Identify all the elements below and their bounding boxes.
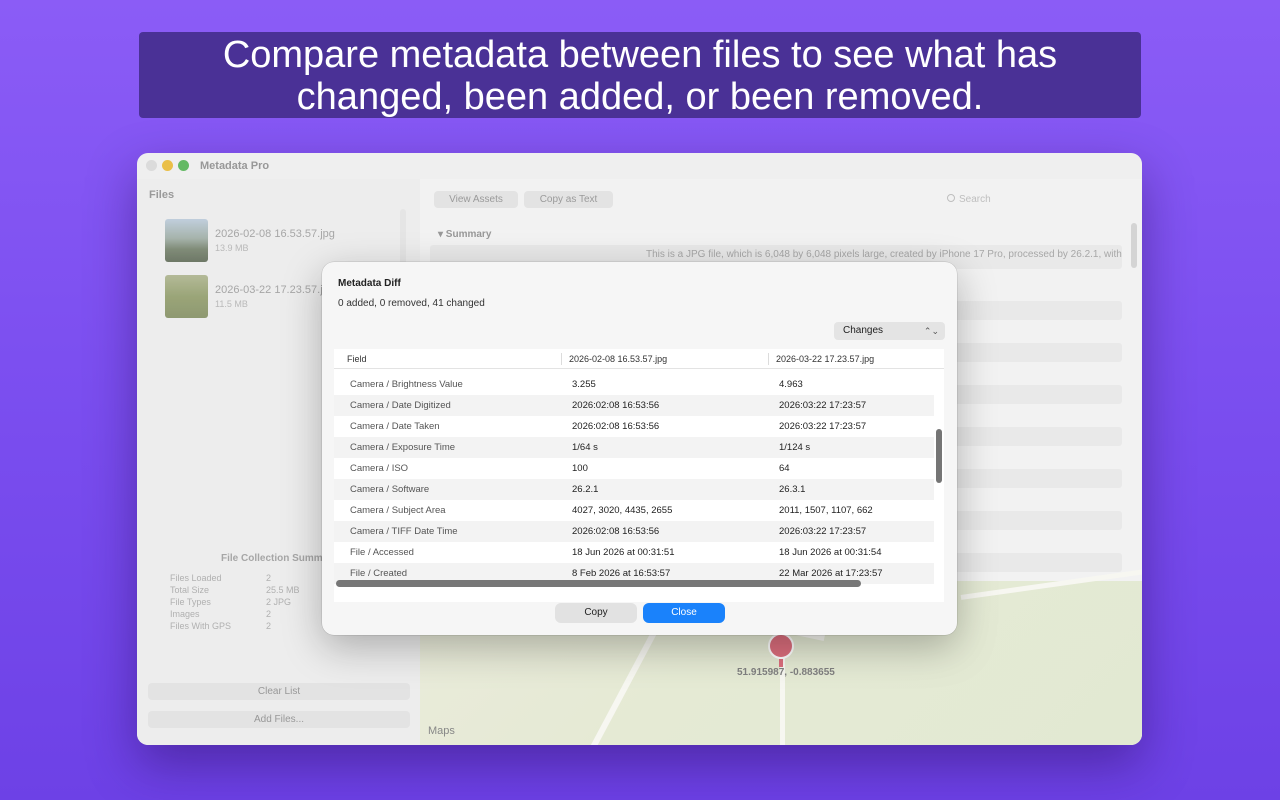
chevron-up-down-icon: ⌃⌄ <box>923 326 939 336</box>
promo-banner: Compare metadata between files to see wh… <box>139 32 1141 118</box>
field-cell: Camera / Software <box>350 484 430 495</box>
value-cell-1: 3.255 <box>572 379 596 390</box>
field-cell: Camera / Brightness Value <box>350 379 463 390</box>
banner-line-1: Compare metadata between files to see wh… <box>222 34 1058 76</box>
column-header-file-1[interactable]: 2026-02-08 16.53.57.jpg <box>569 354 667 364</box>
sheet-title: Metadata Diff <box>338 278 401 289</box>
metadata-diff-sheet: Metadata Diff 0 added, 0 removed, 41 cha… <box>322 262 957 635</box>
value-cell-2: 2011, 1507, 1107, 662 <box>779 505 873 516</box>
diff-table: Field 2026-02-08 16.53.57.jpg 2026-03-22… <box>334 349 944 602</box>
table-row[interactable]: Camera / Subject Area 4027, 3020, 4435, … <box>334 500 934 521</box>
value-cell-2: 22 Mar 2026 at 17:23:57 <box>779 568 883 579</box>
value-cell-1: 18 Jun 2026 at 00:31:51 <box>572 547 675 558</box>
value-cell-2: 2026:03:22 17:23:57 <box>779 400 867 411</box>
horizontal-scrollbar[interactable] <box>336 580 861 587</box>
value-cell-2: 26.3.1 <box>779 484 806 495</box>
field-cell: Camera / Date Digitized <box>350 400 451 411</box>
value-cell-1: 1/64 s <box>572 442 598 453</box>
table-row[interactable]: Camera / Software 26.2.1 26.3.1 <box>334 479 934 500</box>
value-cell-1: 26.2.1 <box>572 484 599 495</box>
value-cell-1: 2026:02:08 16:53:56 <box>572 400 660 411</box>
table-row[interactable]: Camera / Exposure Time 1/64 s 1/124 s <box>334 437 934 458</box>
banner-line-2: changed, been added, or been removed. <box>296 76 984 118</box>
field-cell: File / Created <box>350 568 408 579</box>
column-header-file-2[interactable]: 2026-03-22 17.23.57.jpg <box>776 354 874 364</box>
field-cell: File / Accessed <box>350 547 414 558</box>
value-cell-1: 100 <box>572 463 588 474</box>
filter-select-value: Changes <box>843 325 884 336</box>
table-row[interactable]: Camera / Brightness Value 3.255 4.963 <box>334 374 934 395</box>
column-header-field[interactable]: Field <box>347 354 367 364</box>
value-cell-2: 18 Jun 2026 at 00:31:54 <box>779 547 882 558</box>
close-button[interactable]: Close <box>643 603 725 623</box>
field-cell: Camera / ISO <box>350 463 409 474</box>
filter-select[interactable]: Changes ⌃⌄ <box>834 322 945 340</box>
table-row[interactable]: Camera / Date Taken 2026:02:08 16:53:56 … <box>334 416 934 437</box>
field-cell: Camera / TIFF Date Time <box>350 526 458 537</box>
table-row[interactable]: Camera / ISO 100 64 <box>334 458 934 479</box>
value-cell-1: 2026:02:08 16:53:56 <box>572 526 660 537</box>
column-divider <box>768 353 769 365</box>
table-row[interactable]: Camera / TIFF Date Time 2026:02:08 16:53… <box>334 521 934 542</box>
column-divider <box>561 353 562 365</box>
value-cell-2: 2026:03:22 17:23:57 <box>779 526 867 537</box>
value-cell-2: 4.963 <box>779 379 803 390</box>
value-cell-1: 4027, 3020, 4435, 2655 <box>572 505 673 516</box>
diff-rows: Camera / Brightness Value 3.255 4.963 Ca… <box>334 374 934 584</box>
copy-button[interactable]: Copy <box>555 603 637 623</box>
vertical-scrollbar[interactable] <box>936 429 942 483</box>
table-header: Field 2026-02-08 16.53.57.jpg 2026-03-22… <box>334 349 944 369</box>
value-cell-1: 2026:02:08 16:53:56 <box>572 421 660 432</box>
field-cell: Camera / Subject Area <box>350 505 446 516</box>
table-row[interactable]: File / Accessed 18 Jun 2026 at 00:31:51 … <box>334 542 934 563</box>
value-cell-2: 1/124 s <box>779 442 811 453</box>
table-row[interactable]: Camera / Date Digitized 2026:02:08 16:53… <box>334 395 934 416</box>
value-cell-1: 8 Feb 2026 at 16:53:57 <box>572 568 671 579</box>
diff-summary: 0 added, 0 removed, 41 changed <box>338 298 485 309</box>
field-cell: Camera / Exposure Time <box>350 442 456 453</box>
value-cell-2: 64 <box>779 463 790 474</box>
field-cell: Camera / Date Taken <box>350 421 440 432</box>
value-cell-2: 2026:03:22 17:23:57 <box>779 421 867 432</box>
